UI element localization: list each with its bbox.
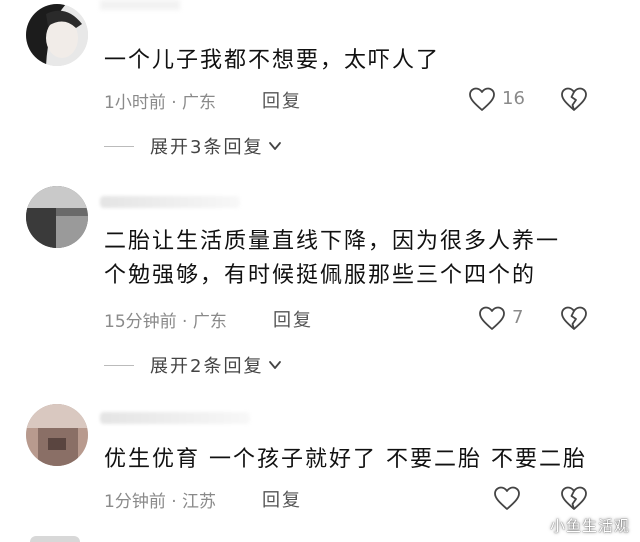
reply-button[interactable]: 回复 [262, 87, 302, 113]
watermark: 小鱼生活观 [549, 517, 630, 535]
broken-heart-icon[interactable] [560, 86, 588, 112]
expand-replies-button[interactable]: 展开3条回复 [104, 134, 283, 158]
chevron-down-icon [269, 142, 282, 150]
divider-line [104, 364, 134, 366]
broken-heart-icon[interactable] [560, 485, 588, 511]
comment-text: 一个儿子我都不想要，太吓人了 [104, 48, 441, 73]
divider-line [104, 145, 134, 147]
blurred-username [100, 0, 180, 10]
comment-meta: 1小时前 · 广东 [104, 88, 216, 113]
avatar[interactable] [26, 186, 88, 248]
comment-text: 优生优育 一个孩子就好了 不要二胎 不要二胎 [104, 447, 587, 472]
chevron-down-icon [269, 361, 282, 369]
meta-separator: · [165, 492, 183, 512]
comment-location: 江苏 [182, 492, 217, 512]
comment-location: 广东 [182, 93, 217, 113]
comment-text: 二胎让生活质量直线下降，因为很多人养一 个勉强够，有时候挺佩服那些三个四个的 [104, 225, 560, 293]
heart-outline-icon[interactable] [478, 305, 506, 331]
heart-outline-icon[interactable] [493, 485, 521, 511]
comment-meta: 15分钟前 · 广东 [104, 307, 227, 332]
comment-meta: 1分钟前 · 江苏 [104, 487, 216, 512]
meta-separator: · [165, 93, 183, 113]
comment-time: 1分钟前 [104, 492, 166, 512]
like-count: 16 [502, 88, 525, 109]
next-avatar-edge [30, 536, 80, 542]
like-count: 7 [512, 307, 524, 328]
avatar[interactable] [26, 404, 88, 466]
heart-outline-icon[interactable] [468, 86, 496, 112]
comment-time: 1小时前 [104, 93, 166, 113]
blurred-username [100, 412, 250, 424]
comment-time: 15分钟前 [104, 312, 177, 332]
comment-text-line: 二胎让生活质量直线下降，因为很多人养一 [104, 229, 561, 254]
reply-button[interactable]: 回复 [273, 306, 313, 332]
expand-replies-label: 展开3条回复 [150, 137, 264, 158]
comment-location: 广东 [192, 312, 227, 332]
expand-replies-button[interactable]: 展开2条回复 [104, 353, 283, 377]
comment-text-line: 个勉强够，有时候挺佩服那些三个四个的 [104, 263, 537, 288]
avatar[interactable] [26, 4, 88, 66]
meta-separator: · [176, 312, 193, 332]
reply-button[interactable]: 回复 [262, 486, 302, 512]
broken-heart-icon[interactable] [560, 305, 588, 331]
expand-replies-label: 展开2条回复 [150, 356, 264, 377]
blurred-username [100, 196, 240, 208]
